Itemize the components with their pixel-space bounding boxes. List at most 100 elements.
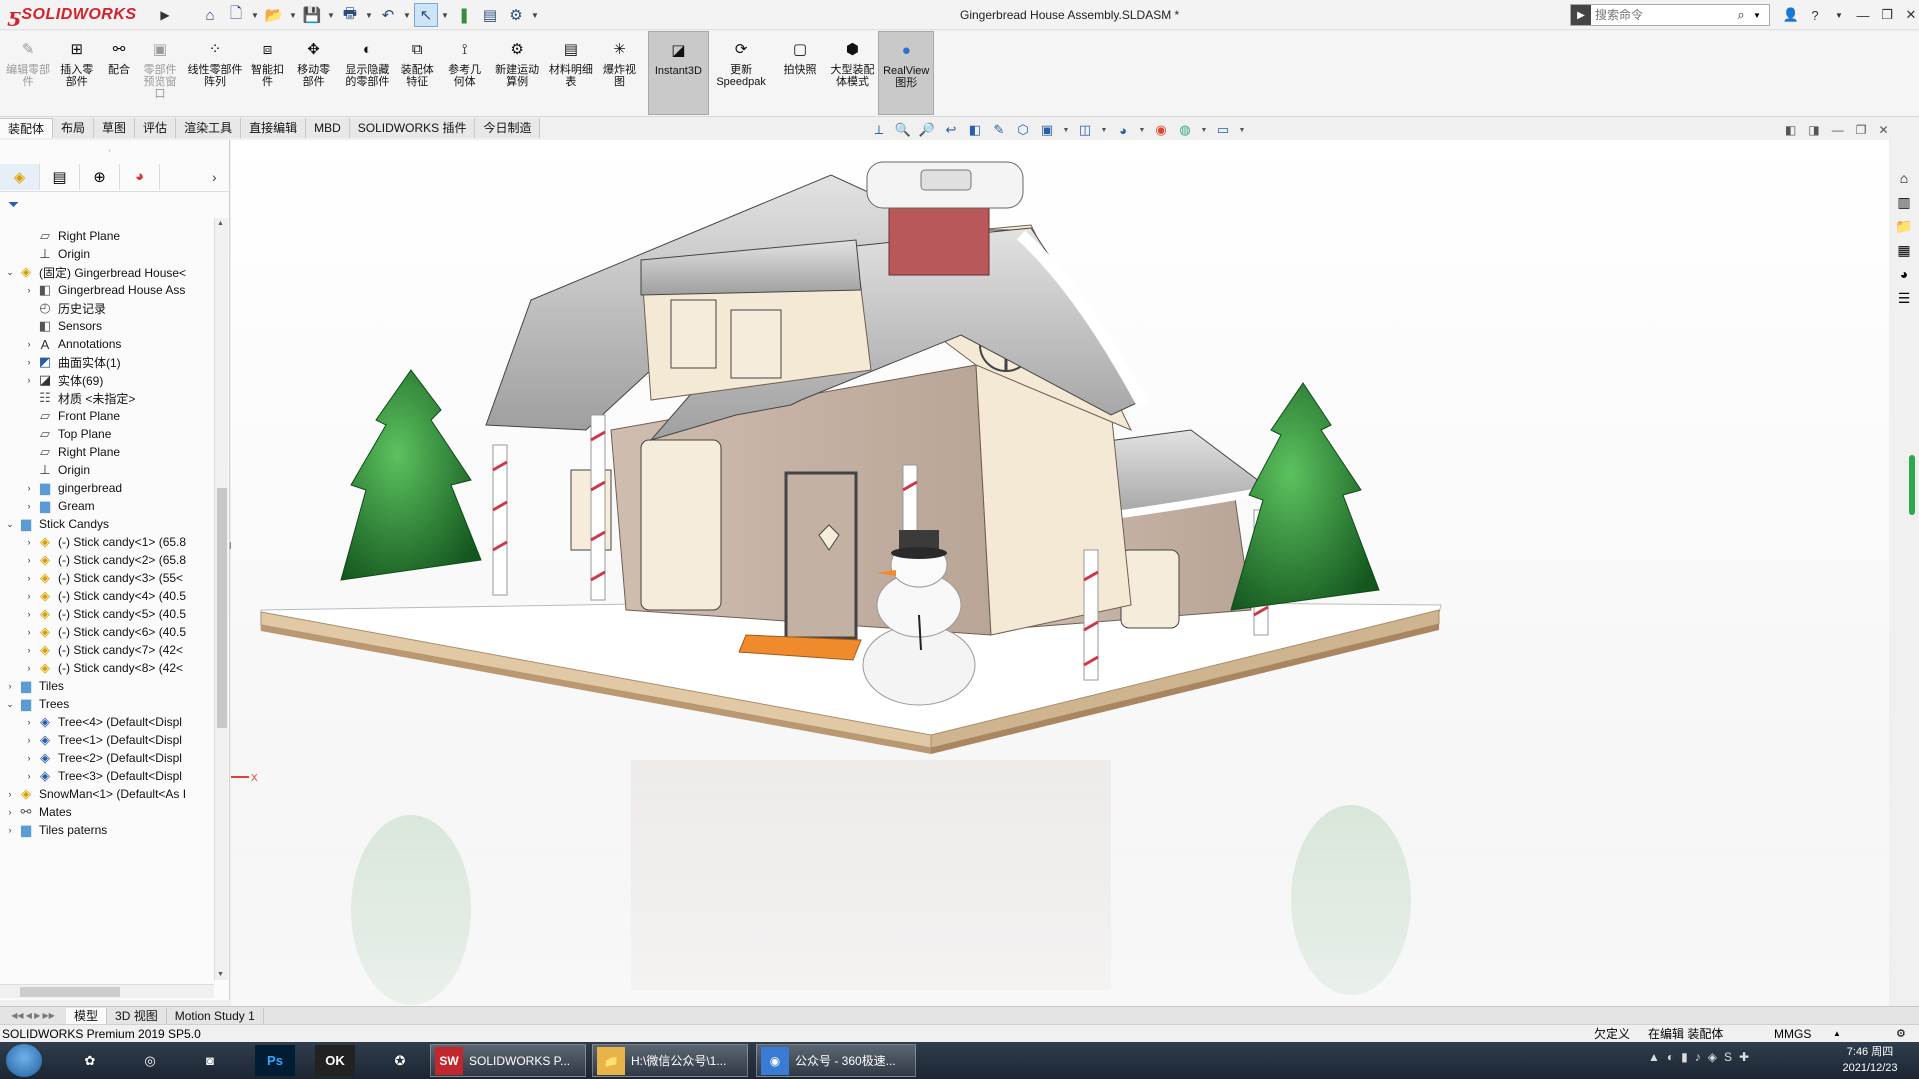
tree-expand-icon[interactable]: › — [23, 645, 35, 655]
view-settings-icon[interactable]: ◍ — [1176, 121, 1194, 139]
search-scope-icon[interactable]: ▶ — [1571, 5, 1591, 25]
tree-expand-icon[interactable]: › — [4, 681, 16, 691]
search-commands-box[interactable]: ▶ ⌕ ▼ — [1570, 4, 1770, 26]
ribbon-button-component-preview[interactable]: ▣ 零部件预览窗口 — [141, 31, 179, 115]
tree-expand-icon[interactable]: › — [23, 501, 35, 511]
tab-4[interactable]: 渲染工具 — [176, 118, 242, 138]
custom-properties-icon[interactable]: ☰ — [1892, 287, 1916, 309]
apply-scene-icon[interactable]: ◉ — [1152, 121, 1170, 139]
save-dropdown-icon[interactable]: ▼ — [326, 3, 336, 27]
hide-show-dropdown-icon[interactable]: ▼ — [1100, 121, 1108, 139]
wechat-bot-icon[interactable]: ✪ — [380, 1045, 420, 1076]
ribbon-button-smart-fasteners[interactable]: ⧈ 智能扣件 — [248, 31, 286, 115]
ribbon-button-linear-pattern[interactable]: ⁘ 线性零部件阵列 — [187, 31, 243, 115]
taskbar-task-2[interactable]: ◉ 公众号 - 360极速... — [756, 1044, 916, 1077]
tree-expand-icon[interactable]: › — [23, 483, 35, 493]
tree-expand-icon[interactable]: ⌄ — [4, 699, 16, 710]
ribbon-button-snapshot[interactable]: ▢ 拍快照 — [781, 31, 819, 115]
view-settings-dropdown-icon[interactable]: ▼ — [1200, 121, 1208, 139]
search-dropdown-icon[interactable]: ▼ — [1751, 11, 1763, 20]
viewport-restore-icon[interactable]: ❐ — [1856, 123, 1867, 137]
tab-8[interactable]: 今日制造 — [475, 118, 541, 138]
tree-expand-icon[interactable]: › — [23, 663, 35, 673]
select-dropdown-icon[interactable]: ▼ — [440, 3, 450, 27]
design-library-icon[interactable]: ▥ — [1892, 191, 1916, 213]
ribbon-button-bom[interactable]: ▤ 材料明细表 — [548, 31, 594, 115]
ribbon-button-speedpak[interactable]: ⟳ 更新Speedpak — [712, 31, 771, 115]
tree-horizontal-scrollbar[interactable] — [0, 984, 214, 998]
hscroll-thumb[interactable] — [20, 987, 120, 997]
unit-system-arrow-icon[interactable]: ▲ — [1833, 1025, 1841, 1043]
panel-more-icon[interactable]: › — [212, 169, 230, 185]
hide-show-items-icon[interactable]: ◫ — [1076, 121, 1094, 139]
system-clock[interactable]: 7:46 周四 2021/12/23 — [1830, 1044, 1910, 1076]
close-icon[interactable]: ✕ — [1900, 4, 1919, 26]
media-player-icon[interactable]: ◙ — [190, 1045, 230, 1076]
ribbon-button-new-motion-study[interactable]: ⚙ 新建运动算例 — [494, 31, 540, 115]
tree-expand-icon[interactable]: › — [23, 555, 35, 565]
viewport-close-icon[interactable]: ✕ — [1878, 123, 1888, 137]
search-icon[interactable]: ⌕ — [1731, 7, 1751, 23]
tray-green-icon[interactable]: ✚ — [1739, 1050, 1749, 1064]
search-input[interactable] — [1591, 5, 1731, 25]
zoom-to-area-icon[interactable]: 🔎 — [918, 121, 936, 139]
tree-expand-icon[interactable]: › — [23, 717, 35, 727]
view-tab-0[interactable]: 模型 — [66, 1007, 108, 1024]
tree-expand-icon[interactable]: › — [4, 789, 16, 799]
open-dropdown-icon[interactable]: ▼ — [288, 3, 298, 27]
display-pane-icon[interactable]: ▭ — [1214, 121, 1232, 139]
solidworks-resources-icon[interactable]: ⌂ — [1892, 167, 1916, 189]
file-properties-icon[interactable]: ▤ — [478, 3, 502, 27]
volume-icon[interactable]: ♪ — [1695, 1050, 1701, 1064]
ribbon-button-assembly-features[interactable]: ⧉ 装配体特征 — [397, 31, 438, 115]
select-pointer-icon[interactable]: ↖ — [414, 3, 438, 27]
edit-appearance-icon[interactable]: ◕ — [1114, 121, 1132, 139]
dynamic-annotation-icon[interactable]: ✎ — [990, 121, 1008, 139]
view-orientation-icon[interactable]: ⬡ — [1014, 121, 1032, 139]
customize-icon[interactable]: ⚙ — [1896, 1025, 1906, 1043]
ribbon-button-reference-geometry[interactable]: ⟟ 参考几何体 — [443, 31, 487, 115]
scroll-thumb[interactable] — [217, 488, 227, 728]
restore-icon[interactable]: ❐ — [1876, 4, 1898, 26]
start-button-icon[interactable] — [6, 1044, 42, 1077]
unit-system[interactable]: MMGS — [1774, 1025, 1811, 1043]
print-dropdown-icon[interactable]: ▼ — [364, 3, 374, 27]
tree-expand-icon[interactable]: › — [23, 627, 35, 637]
ribbon-button-edit-component[interactable]: ✎ 编辑零部件 — [5, 31, 51, 115]
configuration-manager-tab-icon[interactable]: ⊕ — [80, 163, 120, 190]
tree-vertical-scrollbar[interactable]: ▲ ▼ — [214, 218, 228, 980]
tray-app-icon[interactable]: ◐ — [1667, 1050, 1674, 1064]
tree-expand-icon[interactable]: ⌄ — [4, 267, 16, 278]
panel-grip[interactable]: ◦ — [108, 146, 111, 155]
tree-expand-icon[interactable]: › — [23, 357, 35, 367]
view-tab-1[interactable]: 3D 视图 — [107, 1007, 167, 1024]
help-dropdown-icon[interactable]: ▼ — [1828, 4, 1850, 26]
network-icon[interactable]: ▮ — [1681, 1050, 1688, 1064]
user-icon[interactable]: 👤 — [1780, 4, 1802, 26]
tree-expand-icon[interactable]: › — [23, 735, 35, 745]
tab-6[interactable]: MBD — [306, 118, 350, 138]
new-dropdown-icon[interactable]: ▼ — [250, 3, 260, 27]
tab-1[interactable]: 布局 — [53, 118, 95, 138]
tree-expand-icon[interactable]: › — [4, 825, 16, 835]
tab-7[interactable]: SOLIDWORKS 插件 — [349, 118, 476, 138]
security-icon[interactable]: ◈ — [1708, 1050, 1717, 1064]
undo-icon[interactable]: ↶ — [376, 3, 400, 27]
tree-expand-icon[interactable]: › — [23, 609, 35, 619]
ribbon-button-instant3d[interactable]: ◪ Instant3D — [647, 31, 710, 115]
viewport-collapse-left-icon[interactable]: ◧ — [1785, 123, 1796, 137]
scroll-up-icon[interactable]: ▲ — [217, 220, 224, 227]
zoom-to-fit-icon[interactable]: 🔍 — [894, 121, 912, 139]
previous-view-icon[interactable]: ↩ — [942, 121, 960, 139]
ribbon-button-insert-component[interactable]: ⊞ 插入零部件 — [56, 31, 97, 115]
ie-browser-icon[interactable]: ◎ — [130, 1045, 170, 1076]
tree-expand-icon[interactable]: › — [23, 537, 35, 547]
tree-expand-icon[interactable]: › — [23, 753, 35, 763]
appearances-scenes-icon[interactable]: ◕ — [1892, 263, 1916, 285]
view-tab-2[interactable]: Motion Study 1 — [167, 1007, 264, 1024]
view-palette-icon[interactable]: ▦ — [1892, 239, 1916, 261]
display-pane-dropdown-icon[interactable]: ▼ — [1238, 121, 1246, 139]
taskbar-task-1[interactable]: 📁 H:\微信公众号\1... — [592, 1044, 748, 1077]
print-icon[interactable]: 🖶 — [338, 3, 362, 27]
tree-expand-icon[interactable]: ⌄ — [4, 519, 16, 530]
